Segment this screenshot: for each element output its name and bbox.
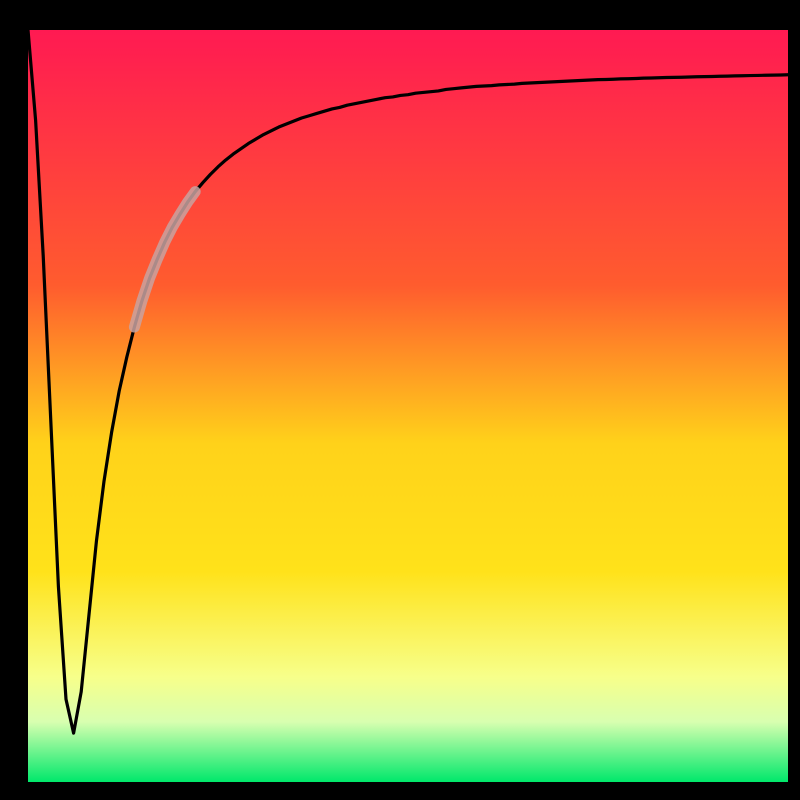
frame-right (788, 0, 800, 800)
bottleneck-chart (0, 0, 800, 800)
frame-bottom (0, 782, 800, 800)
frame-left (0, 0, 28, 800)
chart-frame: TheBottleneck.com (0, 0, 800, 800)
plot-background (28, 30, 788, 782)
frame-top (0, 0, 800, 30)
